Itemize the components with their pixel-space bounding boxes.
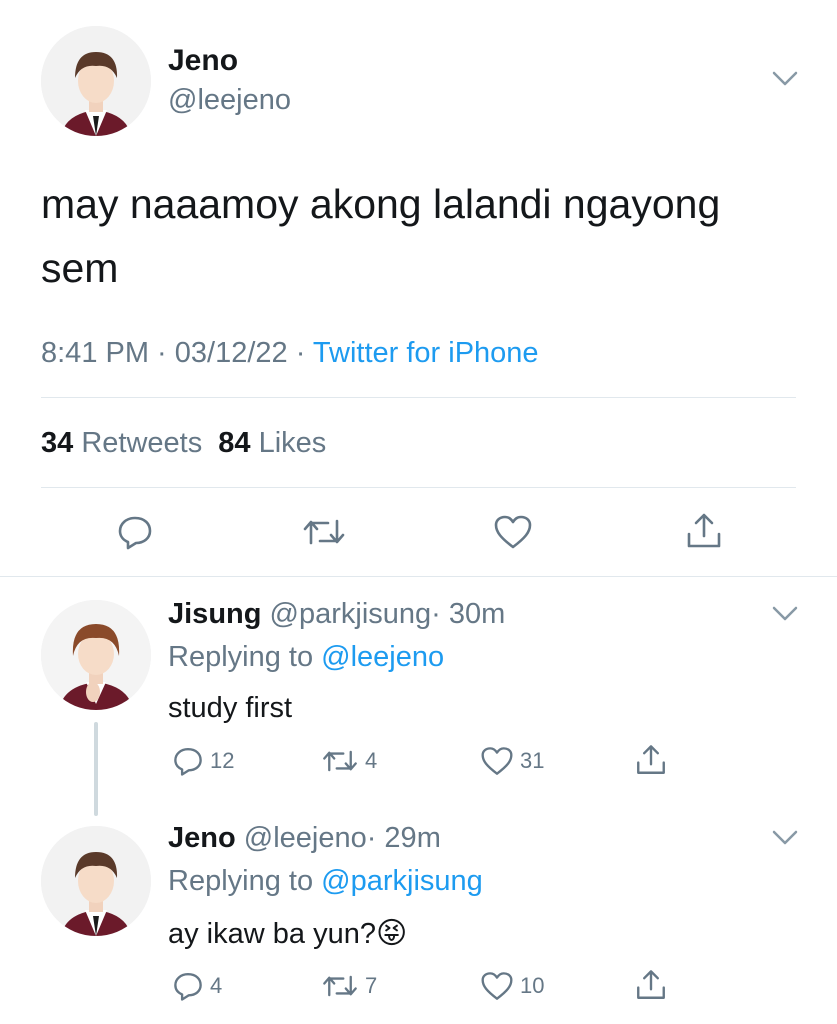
- replying-to-link[interactable]: @parkjisung: [321, 865, 483, 897]
- avatar[interactable]: [41, 826, 151, 936]
- reply-time: · 29m: [366, 822, 441, 854]
- reply-text: study first: [168, 692, 293, 724]
- chevron-down-icon[interactable]: [770, 827, 800, 854]
- retweet-icon[interactable]: [301, 513, 347, 556]
- avatar[interactable]: [41, 26, 151, 136]
- tweet-timestamp: 8:41 PM · 03/12/22 · Twitter for iPhone: [41, 337, 539, 370]
- divider: [41, 487, 796, 488]
- likes-label[interactable]: Likes: [259, 427, 327, 459]
- reply-count: 4: [210, 973, 223, 998]
- retweet-button[interactable]: 4: [321, 745, 377, 777]
- like-button[interactable]: 10: [480, 970, 544, 1002]
- reply-button[interactable]: 12: [172, 745, 234, 777]
- likes-count[interactable]: 84: [218, 427, 250, 459]
- divider: [0, 576, 837, 577]
- retweet-icon: [323, 975, 357, 997]
- retweet-button[interactable]: 7: [321, 970, 377, 1002]
- tweet-text: may naaamoy akong lalandi ngayong sem: [41, 181, 721, 291]
- reply-icon[interactable]: [116, 513, 154, 556]
- like-icon: [481, 972, 513, 1000]
- retweet-icon: [323, 750, 357, 772]
- replying-prefix: Replying to: [168, 641, 322, 673]
- tongue-emoji-icon: 😝: [375, 917, 408, 950]
- retweets-label[interactable]: Retweets: [81, 427, 202, 459]
- reply-count: 12: [210, 748, 235, 773]
- author-name[interactable]: Jeno: [168, 44, 238, 78]
- share-icon[interactable]: [684, 511, 724, 556]
- time-text: 8:41 PM · 03/12/22 ·: [41, 337, 313, 369]
- avatar[interactable]: [41, 600, 151, 710]
- author-handle[interactable]: @leejeno: [168, 84, 291, 117]
- like-count: 10: [520, 973, 545, 998]
- like-icon[interactable]: [493, 513, 533, 556]
- author-handle[interactable]: @leejeno: [244, 822, 367, 854]
- retweet-count: 4: [365, 748, 378, 773]
- author-name[interactable]: Jisung: [168, 598, 261, 630]
- author-name[interactable]: Jeno: [168, 822, 236, 854]
- replying-to-link[interactable]: @leejeno: [321, 641, 444, 673]
- share-icon[interactable]: [634, 743, 668, 782]
- replying-prefix: Replying to: [168, 865, 322, 897]
- like-button[interactable]: 31: [480, 745, 544, 777]
- chevron-down-icon[interactable]: [770, 603, 800, 630]
- engagement-stats: 34 Retweets 84 Likes: [41, 427, 326, 460]
- replying-to: Replying to @leejeno: [168, 641, 444, 674]
- retweets-count[interactable]: 34: [41, 427, 73, 459]
- thread-line: [94, 722, 98, 816]
- divider: [41, 397, 796, 398]
- reply-icon: [174, 748, 202, 776]
- replying-to: Replying to @parkjisung: [168, 865, 483, 898]
- reply-button[interactable]: 4: [172, 970, 222, 1002]
- like-count: 31: [520, 748, 545, 773]
- chevron-down-icon[interactable]: [770, 68, 800, 95]
- like-icon: [481, 747, 513, 775]
- author-handle[interactable]: @parkjisung: [270, 598, 432, 630]
- reply-text: ay ikaw ba yun?: [168, 918, 376, 950]
- reply-header: Jisung @parkjisung· 30m: [168, 598, 505, 631]
- reply-icon: [174, 973, 202, 1001]
- reply-time: · 30m: [431, 598, 506, 630]
- reply-text-line: ay ikaw ba yun?😝: [168, 916, 407, 951]
- share-icon[interactable]: [634, 968, 668, 1007]
- retweet-count: 7: [365, 973, 378, 998]
- source-link[interactable]: Twitter for iPhone: [313, 337, 539, 369]
- reply-header: Jeno @leejeno· 29m: [168, 822, 441, 855]
